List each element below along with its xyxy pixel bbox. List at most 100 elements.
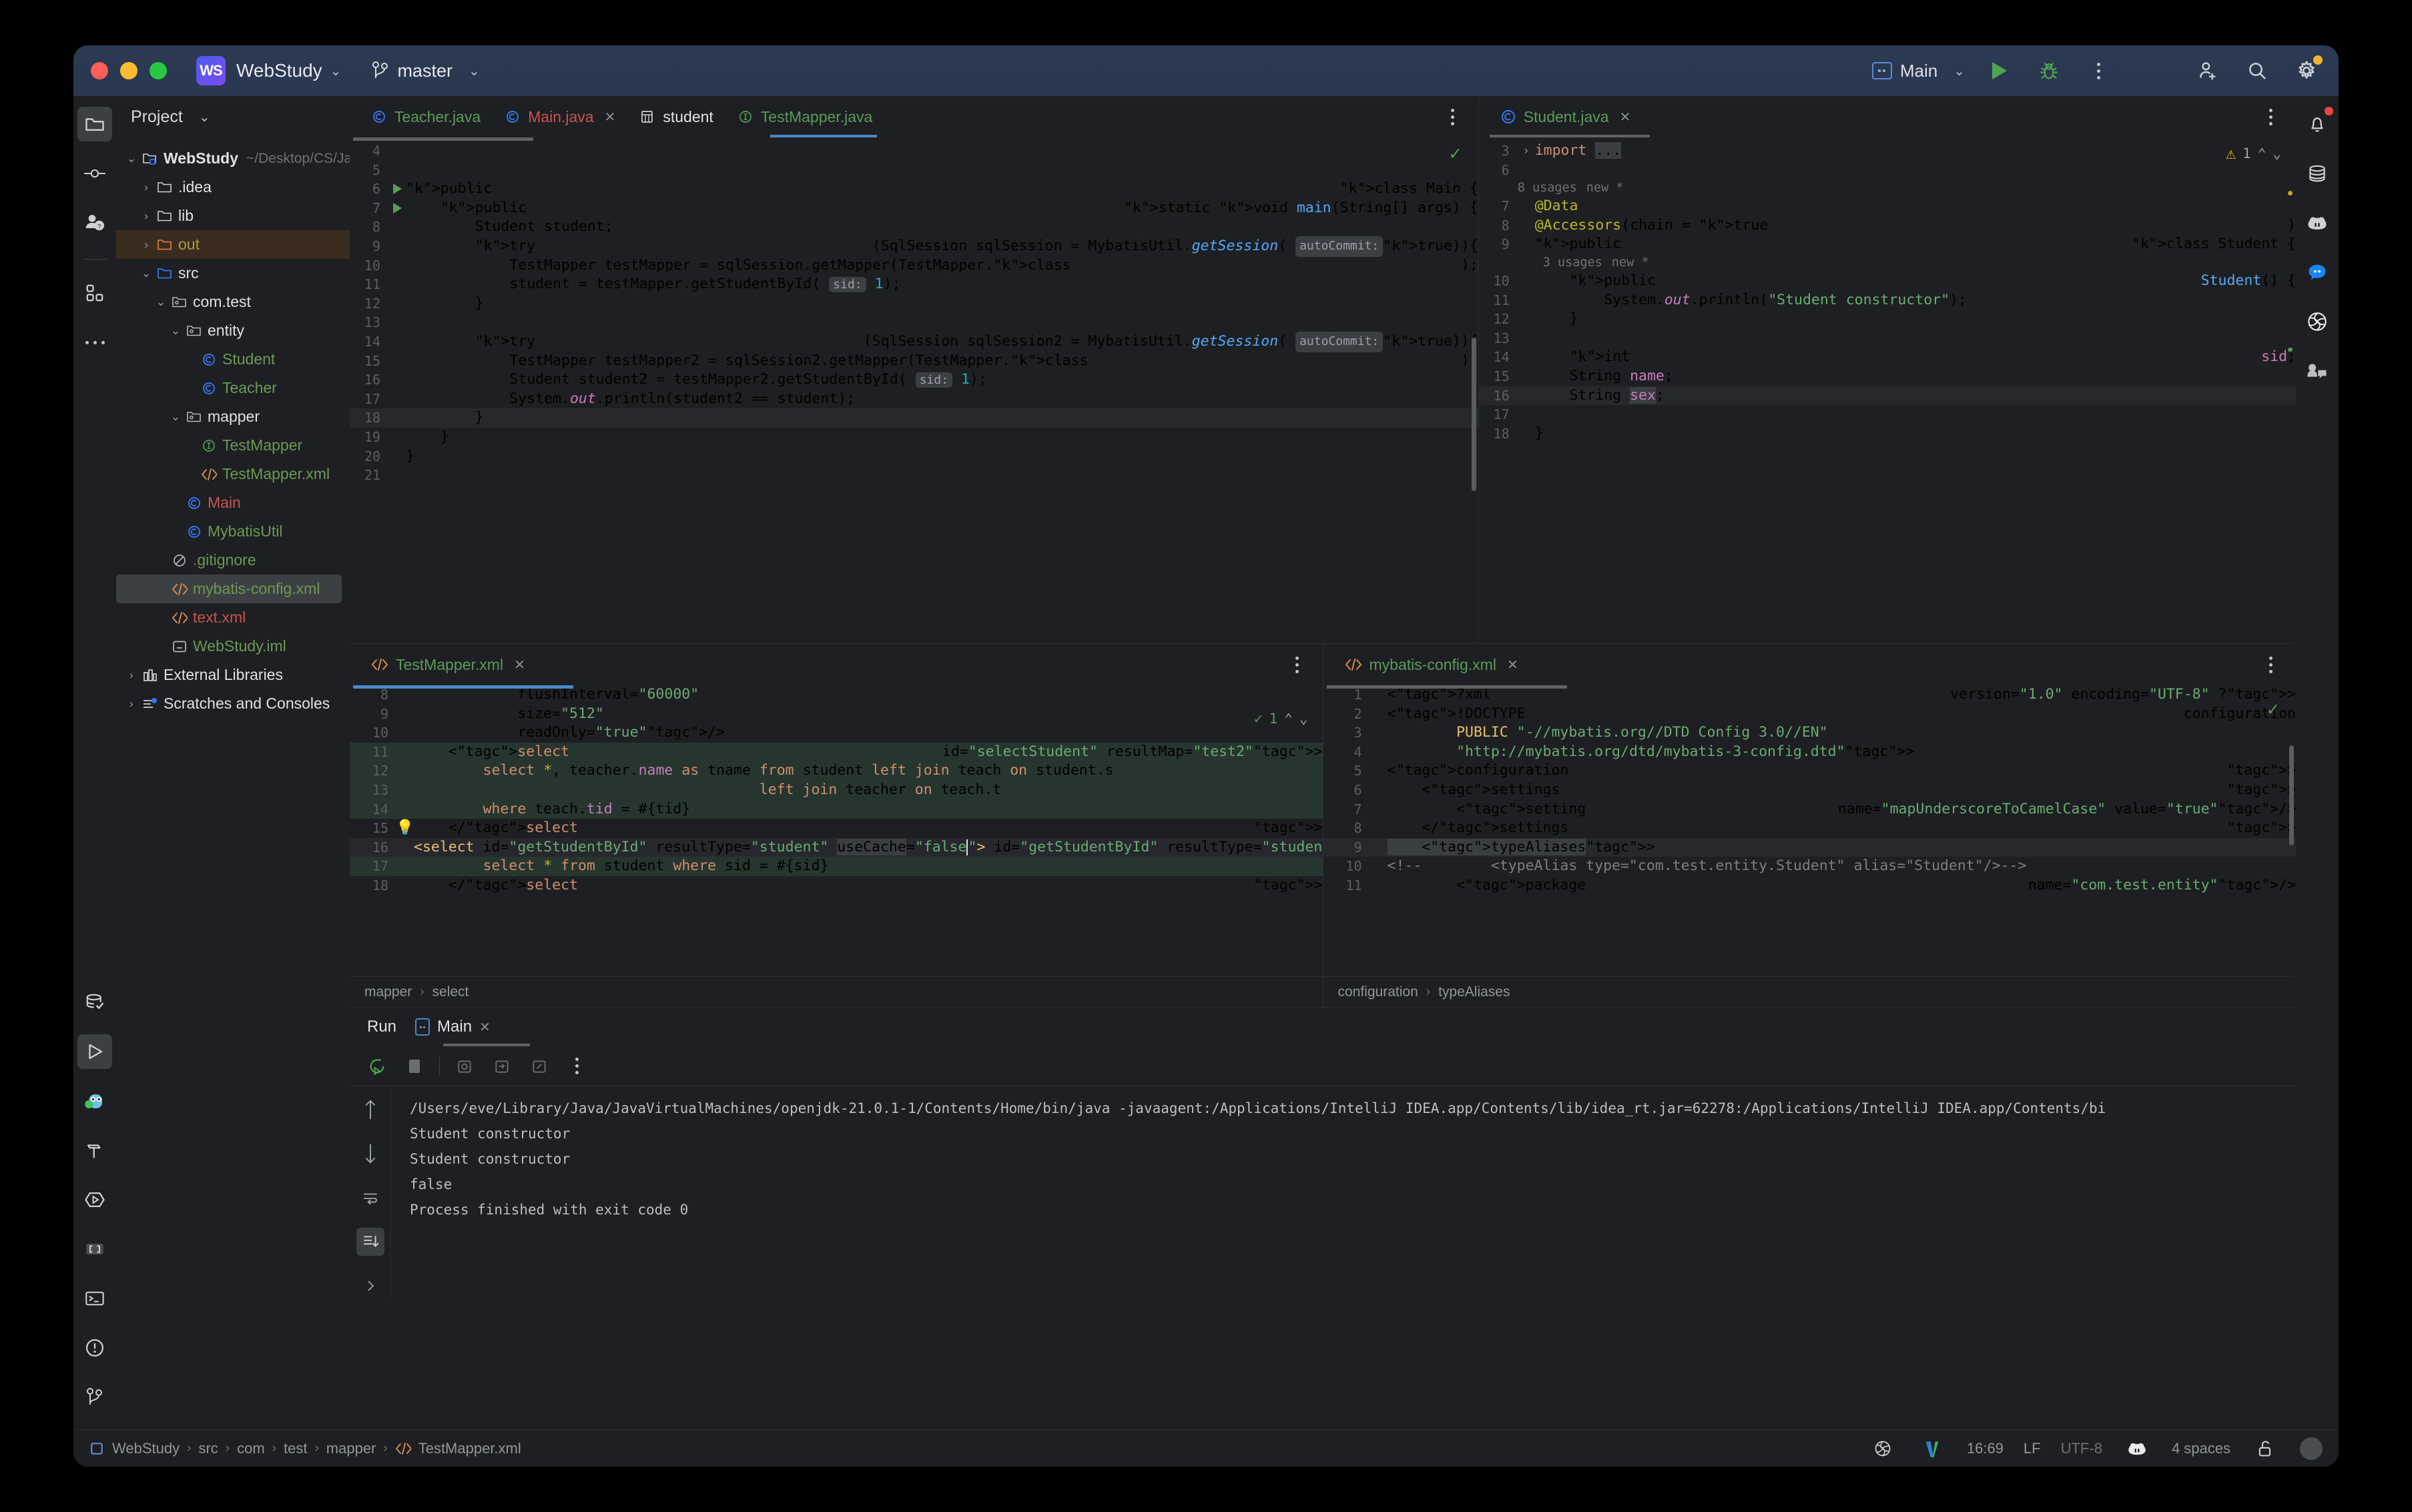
gutter-marker[interactable]: › [1518,141,1535,161]
inspection-warning-widget[interactable]: ⚠ 1 ⌃ ⌄ [2226,143,2281,163]
console-output[interactable]: /Users/eve/Library/Java/JavaVirtualMachi… [391,1086,2296,1300]
next-problem-icon[interactable]: ⌄ [1299,709,1308,729]
ai-assistant-button[interactable]: ? [77,206,112,240]
tree-item-main[interactable]: Main [116,488,350,517]
minimize-window-button[interactable] [120,62,137,79]
tree-item-teacher[interactable]: Teacher [116,374,350,402]
chevron-right-icon[interactable]: › [123,697,140,711]
chevron-right-icon[interactable]: › [137,181,155,194]
close-icon[interactable]: ✕ [605,109,616,125]
tab-student-java[interactable]: Student.java ✕ [1490,96,1642,137]
inspection-ok-widget[interactable]: ✓ 1 ⌃ ⌄ [1254,709,1308,729]
maximize-window-button[interactable] [149,62,167,79]
main-java-code[interactable]: ✓ 4 5 6 "k">public "k" >class Main {7 "k">pu… [350,137,1478,643]
status-breadcrumbs[interactable]: WebStudy › src › com › test › mapper › TestMapper.… [112,1440,521,1457]
soft-wrap-toggle[interactable] [356,1184,384,1212]
tab-mybatis-config-xml[interactable]: mybatis-config.xml ✕ [1334,644,1529,685]
tree-item-lib[interactable]: › lib [116,202,350,230]
copilot-status-button[interactable] [2122,1434,2152,1463]
tree-item-entity[interactable]: ⌄ entity [116,316,350,345]
editor-options-button[interactable] [2256,650,2285,679]
search-everywhere-button[interactable] [2242,56,2272,85]
run-configuration-selector[interactable]: Main ⌄ [1871,61,1965,81]
run-panel-tabs[interactable]: Run Main ✕ [350,1008,2296,1046]
stop-button[interactable] [402,1054,427,1079]
settings-button[interactable] [2292,55,2323,85]
breadcrumb-item[interactable]: mapper [364,984,412,1000]
tree-item-mybatis-config-xml[interactable]: mybatis-config.xml [116,575,342,603]
chevron-down-icon[interactable]: ⌄ [123,152,140,165]
status-breadcrumb-item[interactable]: test [284,1440,307,1457]
tree-item--gitignore[interactable]: .gitignore [116,546,350,575]
testmapper-tabbar[interactable]: TestMapper.xml ✕ [350,644,1323,685]
export-button[interactable] [489,1054,515,1079]
breadcrumb-item[interactable]: select [432,984,469,1000]
tree-item-testmapper-xml[interactable]: TestMapper.xml [116,460,350,488]
gutter-run-marker[interactable] [388,203,406,214]
branch-selector[interactable]: master ⌄ [372,61,480,81]
openai-button[interactable] [2300,304,2335,339]
more-tools-button[interactable] [77,325,112,360]
status-breadcrumb-item[interactable]: TestMapper.xml [418,1440,521,1457]
breadcrumb-item[interactable]: typeAliases [1438,984,1510,1000]
chevron-right-icon[interactable]: › [123,669,140,682]
close-icon[interactable]: ✕ [479,1019,491,1036]
tab-testmapper-xml[interactable]: TestMapper.xml ✕ [360,644,536,685]
gutter-run-marker[interactable] [388,183,406,195]
debug-button[interactable] [2034,56,2064,85]
run-tab-main[interactable]: Main ✕ [415,1018,491,1036]
tree-item-src[interactable]: ⌄ src [116,259,350,288]
line-separator[interactable]: LF [2024,1440,2041,1457]
cursor-position[interactable]: 16:69 [1967,1440,2004,1457]
tree-item-text-xml[interactable]: text.xml [116,603,350,632]
close-icon[interactable]: ✕ [514,657,525,673]
chevron-down-icon[interactable]: ⌄ [330,63,342,79]
window-controls[interactable] [91,62,167,79]
tree-item--idea[interactable]: › .idea [116,173,350,202]
terminal-tool-button[interactable] [77,1281,112,1316]
mybatis-tabbar[interactable]: mybatis-config.xml ✕ [1323,644,2297,685]
run-anything-button[interactable] [77,1182,112,1217]
status-breadcrumb-item[interactable]: WebStudy [112,1440,180,1457]
indent-setting[interactable]: 4 spaces [2172,1440,2230,1457]
add-user-button[interactable] [2193,56,2222,85]
chevron-down-icon[interactable]: ⌄ [167,410,184,424]
tree-item-webstudy-iml[interactable]: WebStudy.iml [116,632,350,661]
database-tool-button[interactable] [77,985,112,1020]
run-tool-button[interactable] [77,1034,112,1069]
go-tool-button[interactable] [77,1084,112,1118]
tree-item-mapper[interactable]: ⌄ mapper [116,402,350,431]
close-window-button[interactable] [91,62,108,79]
structure-tool-button[interactable] [77,276,112,310]
chevron-down-icon[interactable]: ⌄ [199,109,210,125]
code-brackets-button[interactable] [77,1232,112,1266]
console-more-button[interactable] [564,1054,589,1079]
status-breadcrumb-item[interactable]: mapper [326,1440,376,1457]
expand-icon[interactable] [356,1272,384,1300]
tree-item-testmapper[interactable]: TestMapper [116,431,350,460]
vim-status-button[interactable] [1917,1434,1947,1463]
next-problem-icon[interactable]: ⌄ [2273,144,2281,163]
testmapper-xml-code[interactable]: ✓ 1 ⌃ ⌄ 8 flushInterval="60000" 9 size="5… [350,685,1323,976]
soft-wrap-button[interactable] [452,1054,477,1079]
ai-chat-button[interactable] [2300,354,2335,388]
tree-item-webstudy[interactable]: ⌄ WebStudy ~/Desktop/CS/Jav [116,144,350,173]
print-button[interactable] [527,1054,552,1079]
mybatis-config-code[interactable]: ✓ 1 <"tagc">?xml version= "1.0" encoding= "… [1323,685,2296,976]
run-button[interactable] [1985,56,2014,85]
editor-options-button[interactable] [2256,102,2285,131]
readonly-toggle-button[interactable] [2250,1434,2280,1463]
prev-problem-icon[interactable]: ⌃ [2258,144,2267,163]
tree-item-mybatisutil[interactable]: MybatisUtil [116,517,350,546]
gutter-marker[interactable]: 💡 [396,819,414,838]
project-name[interactable]: WebStudy [236,60,322,81]
build-tool-button[interactable] [77,1133,112,1168]
copilot-button[interactable] [2300,206,2335,240]
chevron-right-icon[interactable]: › [137,210,155,223]
testmapper-breadcrumbs[interactable]: mapper › select [350,976,1323,1007]
editor-options-button[interactable] [1438,102,1468,131]
file-encoding[interactable]: UTF-8 [2061,1440,2102,1457]
down-arrow-icon[interactable] [356,1140,384,1168]
student-editor-tabbar[interactable]: Student.java ✕ [1479,96,2296,137]
openai-status-button[interactable] [1868,1434,1897,1463]
